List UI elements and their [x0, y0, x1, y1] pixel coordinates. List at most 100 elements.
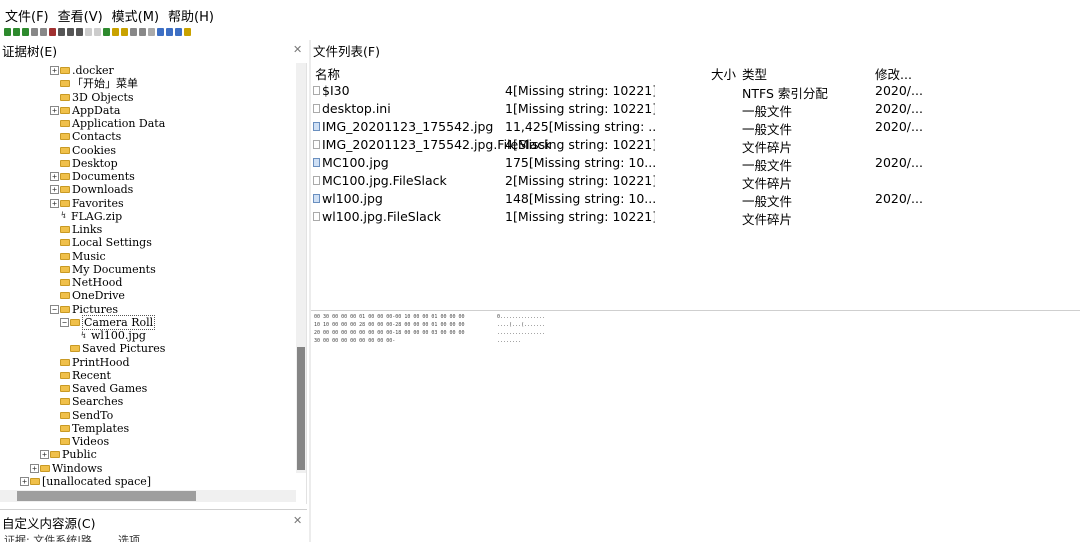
file-row[interactable]: desktop.ini 1[Missing string: 10221] 一般文件 2…: [311, 101, 1080, 119]
sort-icon[interactable]: [166, 28, 173, 36]
tree-item-label: AppData: [72, 103, 121, 117]
tree-item[interactable]: PrintHood: [60, 356, 130, 369]
tree-item[interactable]: My Documents: [60, 263, 156, 276]
expand-icon[interactable]: +: [50, 185, 59, 195]
tree-item[interactable]: + [unallocated space]: [20, 475, 151, 488]
tree-item[interactable]: Local Settings: [60, 236, 152, 249]
arrow-icon[interactable]: [94, 28, 101, 36]
tree-item-label: 「开始」菜单: [72, 77, 138, 91]
file-row[interactable]: wl100.jpg 148[Missing string: 10... 一般文件 20…: [311, 191, 1080, 209]
menu-view[interactable]: 查看(V): [58, 6, 103, 25]
tree-item[interactable]: ↯ FLAG.zip: [60, 210, 122, 223]
expand-icon[interactable]: +: [50, 172, 59, 181]
file-size: 1[Missing string: 10221]: [505, 101, 655, 116]
tree-item[interactable]: Saved Pictures: [70, 342, 165, 355]
file-type: 一般文件: [742, 194, 793, 209]
file-row[interactable]: IMG_20201123_175542.jpg.FileSlack 4[Missi…: [311, 137, 1080, 155]
tree-item-label: FLAG.zip: [71, 209, 123, 223]
tree-item[interactable]: Templates: [60, 422, 129, 435]
bookmark-icon[interactable]: [112, 28, 119, 36]
folder-icon: [60, 438, 70, 445]
file-row[interactable]: $I30 4[Missing string: 10221] NTFS 索引分配 202…: [311, 83, 1080, 101]
tree-item[interactable]: − Camera Roll: [60, 314, 156, 330]
hex-bytes: 10 00 00 00 28 00 00 00-28 00 00 00 01 0…: [323, 322, 465, 328]
sort2-icon[interactable]: [175, 28, 182, 36]
collapse-icon[interactable]: −: [60, 317, 69, 327]
tree-item[interactable]: Application Data: [60, 117, 165, 130]
tree-item[interactable]: Desktop: [60, 157, 118, 170]
expand-icon[interactable]: +: [50, 105, 59, 115]
tree-item[interactable]: SendTo: [60, 409, 113, 422]
filter-icon[interactable]: [184, 28, 191, 36]
page2-icon[interactable]: [139, 28, 146, 36]
find-icon[interactable]: [49, 28, 56, 36]
tree-item[interactable]: + Public: [40, 448, 97, 461]
custom-content-col-options[interactable]: 选项: [118, 532, 140, 542]
tree-item[interactable]: Music: [60, 250, 106, 263]
expand-icon[interactable]: +: [50, 198, 59, 208]
tree-item[interactable]: Links: [60, 223, 102, 236]
tree-item-label: Local Settings: [72, 236, 152, 250]
menu-help[interactable]: 帮助(H): [168, 6, 214, 25]
file-icon: [313, 212, 320, 221]
column-size[interactable]: 大小: [711, 64, 736, 83]
tree-horizontal-scroll-thumb[interactable]: [17, 491, 196, 501]
forward-icon[interactable]: [22, 28, 29, 36]
home-icon[interactable]: [4, 28, 11, 36]
custom-content-close-icon[interactable]: ✕: [293, 514, 302, 527]
menu-mode[interactable]: 模式(M): [112, 6, 159, 25]
tree-item[interactable]: Searches: [60, 395, 123, 408]
file-size: 148[Missing string: 10...: [505, 191, 655, 206]
hex-line: 20 00 00 00 00 00 00 00 00-18 00 00 00 0…: [314, 329, 465, 337]
cloud-icon[interactable]: [85, 28, 92, 36]
back-icon[interactable]: [13, 28, 20, 36]
menu-file[interactable]: 文件(F): [5, 6, 49, 25]
print-icon[interactable]: [76, 28, 83, 36]
file-row[interactable]: MC100.jpg 175[Missing string: 10... 一般文件 20…: [311, 155, 1080, 173]
tree-item[interactable]: + Documents: [50, 170, 135, 183]
tree-item[interactable]: Cookies: [60, 144, 116, 157]
page3-icon[interactable]: [148, 28, 155, 36]
expand-icon[interactable]: +: [40, 450, 49, 460]
tree-item[interactable]: NetHood: [60, 276, 122, 289]
column-name[interactable]: 名称: [315, 64, 340, 83]
file-type: 一般文件: [742, 122, 793, 137]
export-icon[interactable]: [67, 28, 74, 36]
copy-icon[interactable]: [31, 28, 38, 36]
pencil-icon[interactable]: [121, 28, 128, 36]
file-row[interactable]: wl100.jpg.FileSlack 1[Missing string: 102…: [311, 209, 1080, 227]
tree-item[interactable]: Saved Games: [60, 382, 147, 395]
tree-item[interactable]: Contacts: [60, 130, 121, 143]
file-row[interactable]: IMG_20201123_175542.jpg 11,425[Missing st…: [311, 119, 1080, 137]
view-hex-icon[interactable]: [157, 28, 164, 36]
tree-item[interactable]: + Downloads: [50, 183, 133, 196]
evidence-tree-close-icon[interactable]: ✕: [293, 43, 302, 56]
file-modified: 2020/...: [875, 155, 923, 170]
expand-icon[interactable]: +: [30, 463, 39, 473]
tree-item[interactable]: Recent: [60, 369, 111, 382]
page-icon[interactable]: [130, 28, 137, 36]
tree-item[interactable]: ↯ wl100.jpg: [80, 329, 146, 342]
image-icon: [313, 122, 320, 131]
tree-item[interactable]: − Pictures: [50, 303, 118, 316]
collapse-icon[interactable]: −: [50, 304, 59, 314]
tree-item[interactable]: + AppData: [50, 104, 120, 117]
bar-icon[interactable]: [103, 28, 110, 36]
expand-icon[interactable]: +: [20, 476, 29, 486]
tree-item[interactable]: Videos: [60, 435, 109, 448]
expand-icon[interactable]: +: [50, 66, 59, 75]
save-icon[interactable]: [58, 28, 65, 36]
tree-item[interactable]: OneDrive: [60, 289, 125, 302]
file-modified: 2020/...: [875, 191, 923, 206]
tree-item[interactable]: + Favorites: [50, 197, 124, 210]
search-icon[interactable]: [40, 28, 47, 36]
column-type[interactable]: 类型: [742, 64, 767, 83]
tree-vertical-scroll-thumb[interactable]: [297, 347, 305, 470]
custom-content-col-evidence[interactable]: 证据: 文件系统|路...: [4, 532, 102, 542]
file-row[interactable]: MC100.jpg.FileSlack 2[Missing string: 102…: [311, 173, 1080, 191]
tree-item[interactable]: 3D Objects: [60, 91, 134, 104]
tree-item[interactable]: + Windows: [30, 462, 102, 475]
tree-item[interactable]: + .docker: [50, 64, 114, 77]
tree-item[interactable]: 「开始」菜单: [60, 77, 138, 90]
column-modified[interactable]: 修改...: [875, 64, 912, 83]
